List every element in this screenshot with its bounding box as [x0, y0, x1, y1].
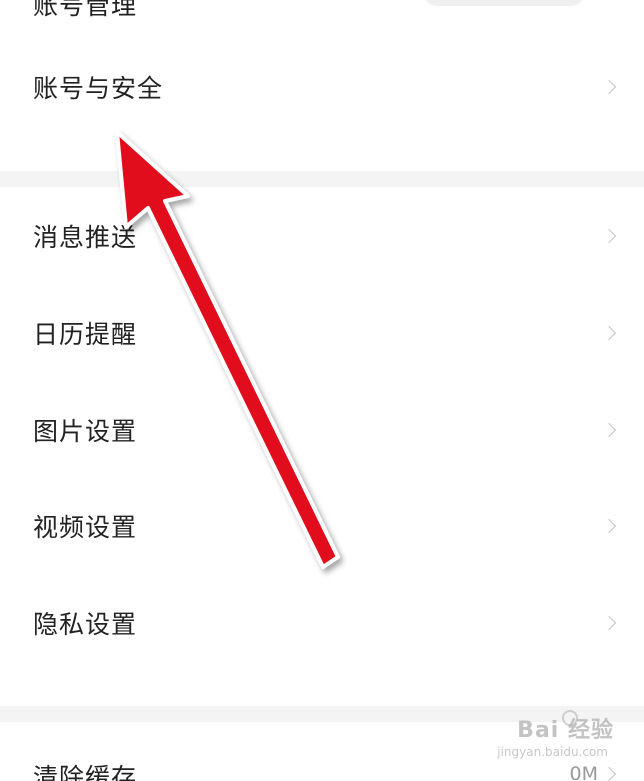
settings-screen: 账号管理 账号与安全 消息推送 日历提醒 图片设置 视频设置 隐私设置 清除缓存… [0, 0, 644, 781]
row-label: 消息推送 [33, 223, 138, 252]
row-accessory [424, 0, 584, 6]
chevron-right-icon [601, 325, 617, 341]
row-label: 账号管理 [33, 0, 138, 20]
calendar-reminder-row[interactable]: 日历提醒 [0, 284, 644, 382]
chevron-right-icon [601, 422, 617, 438]
chevron-right-icon [601, 766, 617, 781]
chevron-right-icon [601, 615, 617, 631]
chevron-right-icon [601, 79, 617, 95]
row-label: 隐私设置 [33, 610, 138, 639]
privacy-settings-row[interactable]: 隐私设置 [0, 574, 644, 672]
chevron-right-icon [601, 518, 617, 534]
row-label: 清除缓存 [33, 763, 138, 781]
row-label: 账号与安全 [33, 74, 164, 103]
account-security-row[interactable]: 账号与安全 [0, 38, 644, 136]
image-settings-row[interactable]: 图片设置 [0, 381, 644, 479]
row-label: 视频设置 [33, 513, 138, 542]
watermark-url: jingyan.baidu.com [497, 745, 608, 759]
section-divider [0, 171, 644, 187]
row-label: 图片设置 [33, 417, 138, 446]
watermark: Bai 经验 [517, 718, 614, 743]
message-push-row[interactable]: 消息推送 [0, 187, 644, 285]
video-settings-row[interactable]: 视频设置 [0, 477, 644, 575]
cache-size-value: 0M [569, 763, 598, 781]
row-label: 日历提醒 [33, 320, 138, 349]
chevron-right-icon [601, 228, 617, 244]
account-management-row-partial[interactable]: 账号管理 [0, 0, 644, 22]
